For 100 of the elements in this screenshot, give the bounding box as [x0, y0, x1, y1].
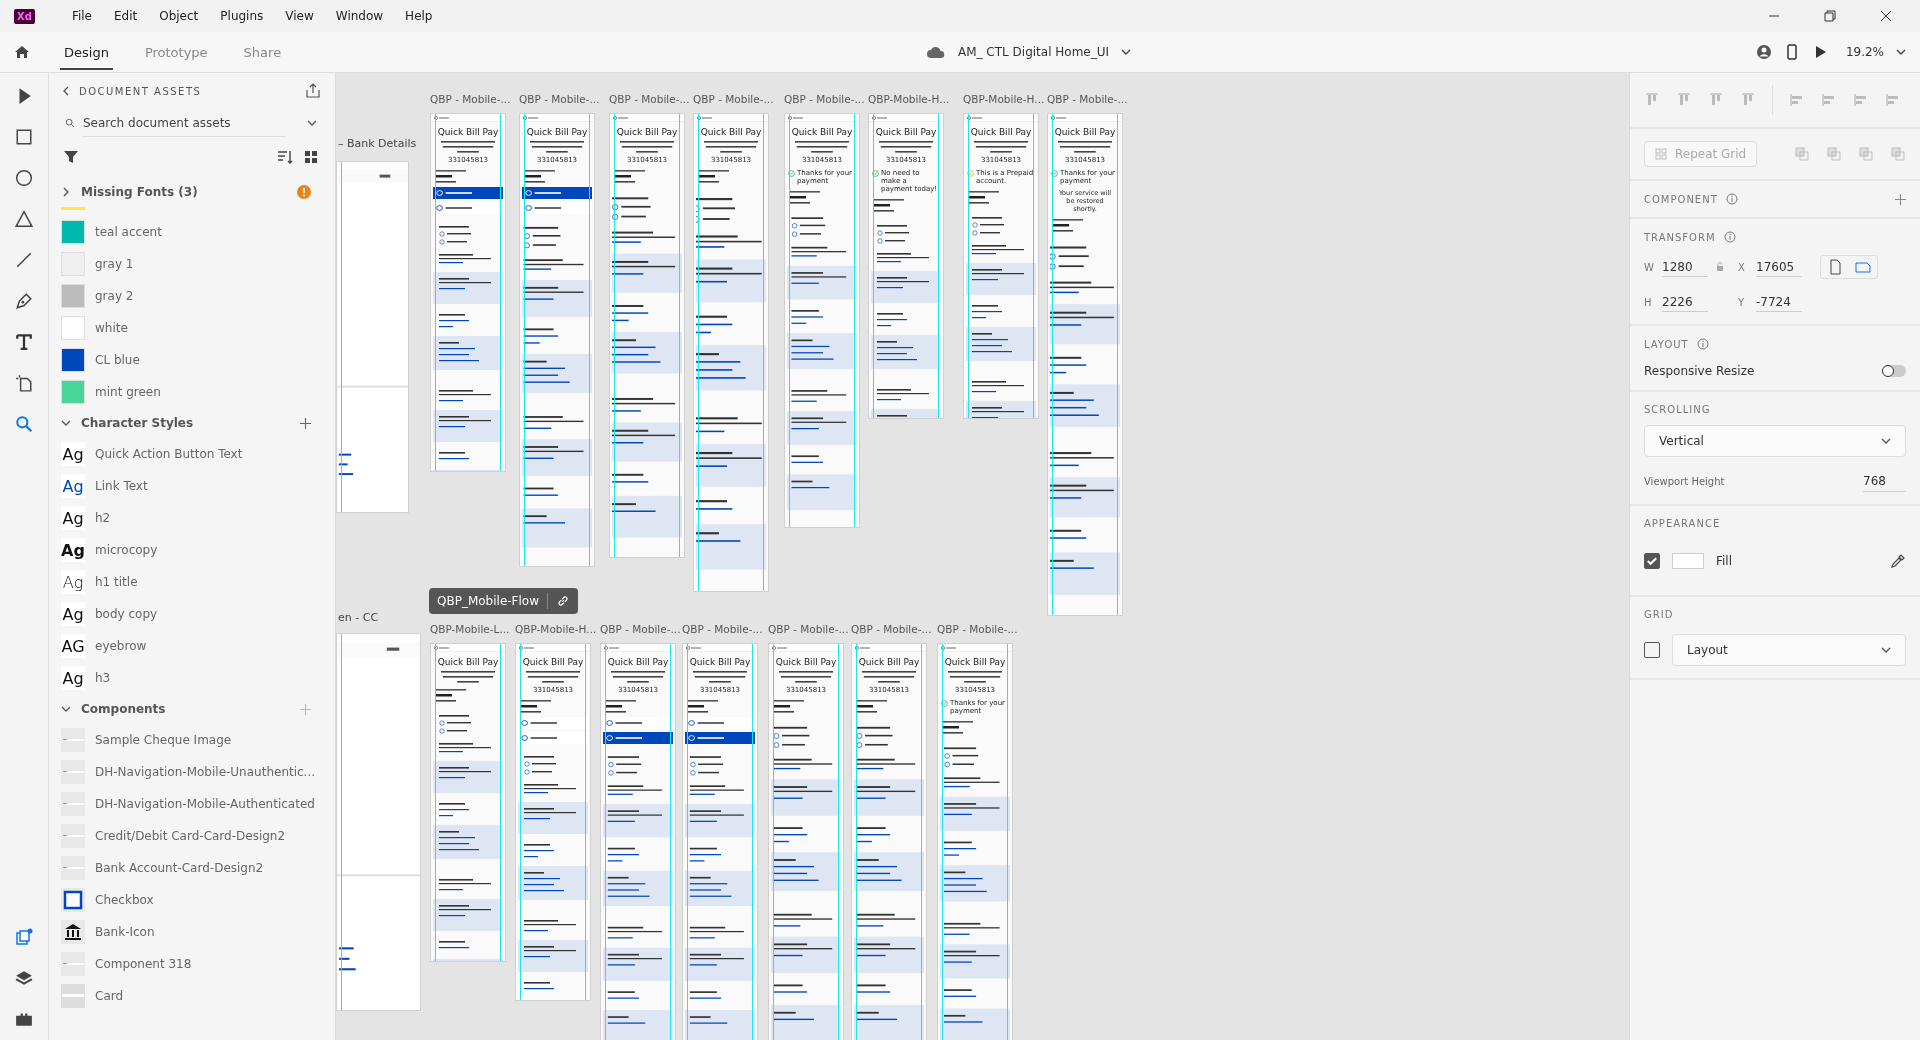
component-name[interactable]: DH-Navigation-Mobile-Unauthentic...	[95, 765, 316, 779]
text-tool-icon[interactable]	[15, 333, 33, 351]
menu-item[interactable]: Window	[326, 5, 393, 27]
artboard-label[interactable]: QBP - Mobile-...	[600, 623, 681, 635]
component-name[interactable]: Sample Cheque Image	[95, 733, 232, 747]
user-icon[interactable]	[1755, 44, 1772, 60]
color-name[interactable]: white	[95, 321, 128, 335]
artboard-tool-icon[interactable]	[15, 374, 33, 392]
artboard-label[interactable]: en - CC	[338, 611, 379, 624]
style-name[interactable]: body copy	[95, 607, 158, 621]
add-icon[interactable]	[300, 417, 311, 429]
style-name[interactable]: h1 title	[95, 575, 138, 589]
chevron-down-icon[interactable]	[61, 704, 71, 714]
add-icon[interactable]	[1895, 193, 1906, 205]
artboard-label[interactable]: QBP-Mobile-H...	[963, 93, 1045, 105]
section-heading[interactable]: Components	[81, 702, 166, 716]
number-field[interactable]: -7724	[1756, 293, 1802, 312]
chevron-right-icon[interactable]	[61, 187, 71, 197]
style-name[interactable]: Quick Action Button Text	[95, 447, 243, 461]
checkbox[interactable]	[1644, 642, 1660, 658]
menu-item[interactable]: Help	[396, 5, 442, 27]
payment-method-option[interactable]	[433, 187, 503, 199]
color-name[interactable]: CL blue	[95, 353, 140, 367]
payment-method-option[interactable]	[685, 732, 755, 744]
pen-tool-icon[interactable]	[15, 292, 33, 310]
chevron-down-icon[interactable]	[61, 418, 71, 428]
artboard-label[interactable]: QBP - Mobile-...	[430, 93, 511, 105]
number-field[interactable]: 768	[1863, 471, 1906, 492]
color-name[interactable]: mint green	[95, 385, 161, 399]
line-tool-icon[interactable]	[15, 251, 33, 269]
triangle-tool-icon[interactable]	[15, 210, 33, 228]
component-name[interactable]: Component 318	[95, 957, 192, 971]
color-swatch[interactable]	[61, 316, 85, 340]
artboard-label[interactable]: QBP - Mobile-...	[851, 623, 932, 635]
section-heading[interactable]: Character Styles	[81, 416, 194, 430]
payment-method-option[interactable]	[518, 732, 588, 744]
component-name[interactable]: Card	[95, 989, 124, 1003]
artboard-label[interactable]: QBP - Mobile-...	[784, 93, 865, 105]
close-icon[interactable]	[1880, 10, 1892, 22]
component-name[interactable]: Bank-Icon	[95, 925, 155, 939]
assets-icon[interactable]	[15, 928, 33, 946]
color-swatch[interactable]	[61, 220, 85, 244]
toggle-switch[interactable]	[1882, 365, 1906, 377]
fill-swatch[interactable]	[1672, 553, 1704, 569]
artboard-label[interactable]: QBP - Mobile-...	[1047, 93, 1128, 105]
payment-method-option[interactable]	[603, 732, 673, 744]
info-icon[interactable]	[1723, 231, 1736, 243]
chevron-down-icon[interactable]	[1896, 49, 1906, 55]
filter-icon[interactable]	[63, 149, 79, 165]
component-name[interactable]: Bank Account-Card-Design2	[95, 861, 264, 875]
artboard-label[interactable]: QBP - Mobile-...	[609, 93, 690, 105]
eyedropper-icon[interactable]	[1890, 553, 1906, 569]
artboard-label[interactable]: QBP - Mobile-...	[519, 93, 600, 105]
payment-method-option[interactable]	[603, 717, 673, 729]
component-name[interactable]: DH-Navigation-Mobile-Authenticated	[95, 797, 315, 811]
menu-item[interactable]: Plugins	[211, 5, 273, 27]
artboard-label[interactable]: QBP-Mobile-H...	[515, 623, 597, 635]
restore-icon[interactable]	[1824, 10, 1836, 22]
layers-icon[interactable]	[15, 969, 33, 987]
menu-item[interactable]: File	[62, 5, 101, 27]
color-swatch[interactable]	[61, 348, 85, 372]
style-name[interactable]: h3	[95, 671, 111, 685]
menu-item[interactable]: Edit	[104, 5, 147, 27]
info-icon[interactable]	[1725, 193, 1738, 205]
mode-tab[interactable]: Share	[239, 34, 286, 70]
section-heading[interactable]: Missing Fonts (3)	[81, 185, 198, 199]
style-name[interactable]: microcopy	[95, 543, 158, 557]
artboard-label[interactable]: QBP - Mobile-...	[768, 623, 849, 635]
plugins-icon[interactable]	[15, 1010, 33, 1028]
flow-tag[interactable]: QBP_Mobile-Flow	[429, 588, 578, 614]
share-icon[interactable]	[305, 83, 321, 99]
payment-method-option[interactable]	[685, 717, 755, 729]
payment-method-option[interactable]	[433, 202, 503, 214]
artboard-label[interactable]: QBP - Mobile-...	[682, 623, 763, 635]
zoom-value[interactable]: 19.2%	[1845, 45, 1884, 59]
component-name[interactable]: Checkbox	[95, 893, 154, 907]
back-chevron-icon[interactable]	[61, 86, 71, 96]
artboard[interactable]: Quick Bill Pay	[430, 643, 506, 962]
chevron-down-icon[interactable]	[307, 118, 317, 128]
grid-view-icon[interactable]	[303, 149, 319, 165]
ellipse-tool-icon[interactable]	[15, 169, 33, 187]
style-name[interactable]: eyebrow	[95, 639, 147, 653]
mode-tab[interactable]: Design	[60, 34, 113, 70]
payment-method-option[interactable]	[522, 187, 592, 199]
color-name[interactable]: teal accent	[95, 225, 162, 239]
payment-method-option[interactable]	[518, 717, 588, 729]
chevron-down-icon[interactable]	[1121, 49, 1132, 55]
rectangle-tool-icon[interactable]	[15, 128, 33, 146]
color-swatch[interactable]	[61, 252, 85, 276]
document-title[interactable]: AM_ CTL Digital Home_UI	[957, 45, 1110, 59]
style-name[interactable]: h2	[95, 511, 111, 525]
number-field[interactable]: 2226	[1662, 293, 1708, 312]
style-name[interactable]: Link Text	[95, 479, 148, 493]
grid-type-dropdown[interactable]: Layout	[1672, 634, 1906, 666]
color-name[interactable]: gray 2	[95, 289, 134, 303]
artboard-label[interactable]: – Bank Details	[338, 137, 417, 150]
scrolling-dropdown[interactable]: Vertical	[1644, 425, 1906, 457]
info-icon[interactable]	[1696, 338, 1709, 350]
artboard-label[interactable]: QBP - Mobile-...	[937, 623, 1018, 635]
artboard-label[interactable]: QBP-Mobile-L...	[430, 623, 510, 635]
